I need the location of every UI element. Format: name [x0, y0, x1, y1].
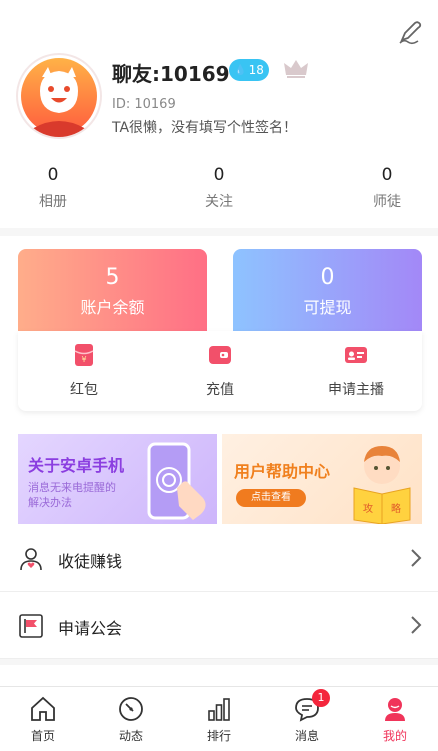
tab-label: 排行	[206, 729, 231, 743]
chevron-right-icon	[411, 616, 422, 634]
banner-subtitle: 消息无来电提醒的解决办法	[28, 481, 116, 509]
recharge-icon	[209, 346, 231, 364]
edit-pen-icon	[399, 21, 422, 45]
bottom-tab-bar: 首页 动态 排行 1 消息 我的	[0, 686, 438, 751]
book-char-right: 略	[391, 502, 401, 515]
action-label: 充值	[206, 382, 234, 398]
menu-label: 申请公会	[58, 619, 123, 638]
level-value: 18	[248, 63, 264, 77]
withdraw-value: 0	[320, 265, 335, 290]
svg-text:¥: ¥	[81, 355, 86, 364]
avatar[interactable]	[18, 55, 100, 137]
section-divider	[0, 228, 438, 236]
tab-profile[interactable]: 我的	[360, 695, 430, 744]
android-notice-banner[interactable]: 关于安卓手机 消息无来电提醒的解决办法	[18, 434, 217, 524]
edit-profile-button[interactable]	[396, 18, 424, 46]
user-id: ID: 10169	[112, 97, 176, 112]
tab-label: 我的	[382, 729, 407, 743]
tab-label: 首页	[30, 729, 55, 743]
user-heart-icon	[20, 548, 42, 571]
phone-tap-icon	[147, 442, 206, 520]
stat-value: 0	[213, 165, 225, 185]
unread-badge: 1	[312, 689, 330, 707]
crown-icon	[284, 60, 308, 78]
tab-messages[interactable]: 1 消息	[272, 689, 342, 744]
withdraw-label: 可提现	[303, 298, 352, 317]
apply-anchor-button[interactable]: 申请主播	[296, 343, 416, 399]
menu-item-recruit-apprentice[interactable]: 收徒赚钱	[0, 526, 438, 592]
balance-value: 5	[105, 265, 120, 290]
stat-value: 0	[47, 165, 59, 185]
stat-mentorship[interactable]: 0 师徒	[342, 165, 432, 211]
stat-album[interactable]: 0 相册	[8, 165, 98, 211]
profile-icon	[385, 698, 405, 721]
avatar-face-icon	[21, 58, 97, 137]
balance-card[interactable]: 5 账户余额	[18, 249, 207, 331]
banner-title: 关于安卓手机	[28, 456, 125, 475]
stat-label: 相册	[39, 194, 67, 210]
ranking-icon	[208, 698, 230, 721]
tab-moments[interactable]: 动态	[96, 695, 166, 744]
help-center-banner[interactable]: 用户帮助中心 点击查看 攻 略	[222, 434, 422, 524]
view-button[interactable]: 点击查看	[236, 489, 306, 507]
reading-kid-icon: 攻 略	[353, 446, 411, 524]
tab-label: 动态	[118, 729, 143, 743]
tab-ranking[interactable]: 排行	[184, 695, 254, 744]
book-char-left: 攻	[363, 502, 373, 515]
quick-actions: ¥ 红包 充值 申请主播	[18, 331, 422, 411]
recharge-button[interactable]: 充值	[160, 343, 280, 399]
water-drop-icon: 💧	[234, 64, 247, 76]
home-icon	[31, 696, 55, 721]
signature[interactable]: TA很懒，没有填写个性签名！	[112, 117, 297, 137]
red-packet-icon: ¥	[74, 344, 94, 366]
tab-label: 消息	[294, 729, 319, 743]
menu-item-apply-guild[interactable]: 申请公会	[0, 593, 438, 659]
stat-value: 0	[381, 165, 393, 185]
tab-home[interactable]: 首页	[8, 695, 78, 744]
stat-following[interactable]: 0 关注	[174, 165, 264, 211]
withdraw-card[interactable]: 0 可提现	[233, 249, 422, 331]
action-label: 申请主播	[328, 382, 384, 398]
flag-icon	[19, 614, 43, 638]
next-menu-item-peek[interactable]	[0, 665, 438, 685]
menu-label: 收徒赚钱	[58, 552, 123, 571]
anchor-card-icon	[345, 347, 367, 363]
level-badge: 💧 18	[229, 59, 269, 81]
stat-label: 师徒	[373, 194, 401, 210]
chevron-right-icon	[411, 549, 422, 567]
action-label: 红包	[70, 382, 98, 398]
red-packet-button[interactable]: ¥ 红包	[24, 343, 144, 399]
compass-icon	[119, 697, 143, 721]
nickname: 聊友:10169	[112, 62, 230, 86]
balance-label: 账户余额	[80, 298, 145, 317]
stat-label: 关注	[205, 194, 233, 210]
banner-title: 用户帮助中心	[234, 462, 331, 481]
